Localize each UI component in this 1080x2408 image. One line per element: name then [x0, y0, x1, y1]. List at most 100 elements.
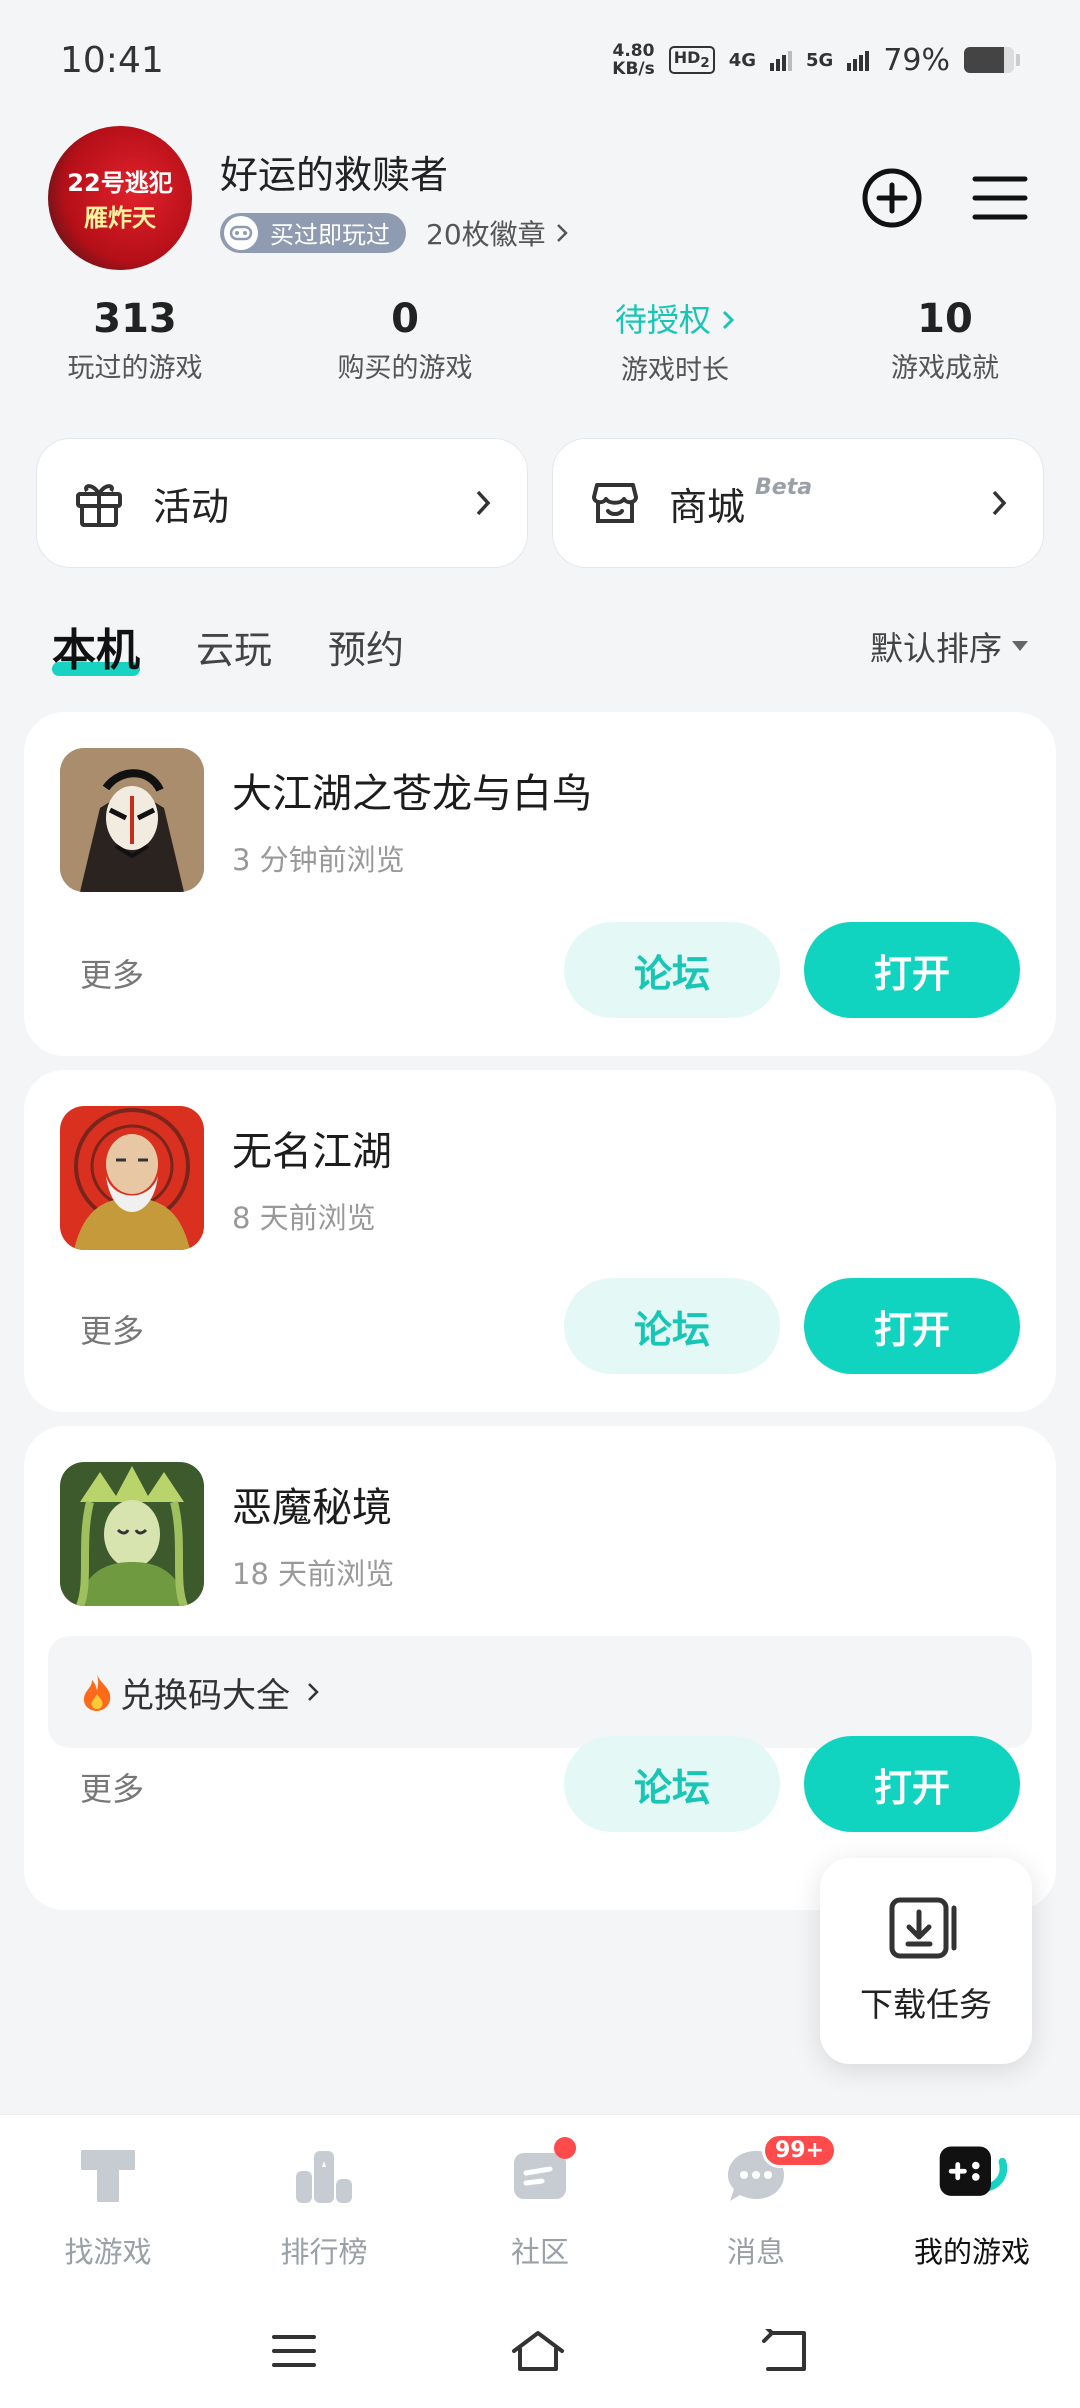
avatar[interactable]: 22号逃犯 雁炸天: [48, 126, 192, 270]
tab-label: 云玩: [196, 627, 273, 672]
more-button[interactable]: 更多: [80, 1764, 144, 1810]
nav-rankings[interactable]: 排行榜: [216, 2115, 432, 2294]
open-button[interactable]: 打开: [804, 1278, 1020, 1374]
fire-icon: [83, 1674, 111, 1711]
nav-messages[interactable]: 99+ 消息: [648, 2115, 864, 2294]
game-card-head[interactable]: 无名江湖 8 天前浏览: [60, 1106, 392, 1250]
forum-button[interactable]: 论坛: [564, 1736, 780, 1832]
badge-row: 买过即玩过 20枚徽章: [220, 212, 860, 253]
community-icon: [502, 2137, 578, 2213]
recent-apps-icon[interactable]: [270, 2331, 318, 2371]
stat-value-pending: 待授权: [540, 296, 810, 344]
game-card: 大江湖之苍龙与白鸟 3 分钟前浏览 更多 论坛 打开: [24, 712, 1056, 1056]
activity-button[interactable]: 活动: [36, 438, 528, 568]
stat-value: 10: [917, 296, 973, 342]
tab-cloud[interactable]: 云玩: [196, 619, 272, 674]
store-button[interactable]: 商城 Beta: [552, 438, 1044, 568]
signal-4g-label: 4G: [728, 49, 756, 71]
beta-tag: Beta: [755, 475, 813, 500]
hd-voice-icon: HD2: [668, 46, 715, 74]
battery-fill: [964, 47, 1004, 73]
nav-find-games[interactable]: 找游戏: [0, 2115, 216, 2294]
home-icon[interactable]: [508, 2329, 568, 2373]
signal-4g-icon: [770, 49, 792, 71]
game-icon-wuming: [60, 1106, 204, 1250]
game-text: 恶魔秘境 18 天前浏览: [232, 1475, 394, 1593]
more-button[interactable]: 更多: [80, 1306, 144, 1352]
bought-played-pill[interactable]: 买过即玩过: [220, 212, 406, 253]
signal-5g-label: 5G: [806, 49, 834, 71]
stat-playtime[interactable]: 待授权 游戏时长: [540, 296, 810, 387]
forum-button[interactable]: 论坛: [564, 1278, 780, 1374]
add-circle-icon[interactable]: [860, 166, 924, 230]
gamepad-icon: [224, 215, 258, 250]
game-last-viewed: 18 天前浏览: [232, 1557, 395, 1591]
battery-icon: [964, 47, 1014, 73]
chevron-right-icon: [556, 223, 568, 242]
game-last-viewed: 8 天前浏览: [232, 1201, 376, 1235]
more-button[interactable]: 更多: [80, 950, 144, 996]
tab-local[interactable]: 本机: [52, 614, 140, 678]
stat-label: 玩过的游戏: [67, 353, 203, 384]
download-task-icon: [889, 1897, 957, 1959]
stat-achievements[interactable]: 10 游戏成就: [810, 296, 1080, 387]
open-button[interactable]: 打开: [804, 1736, 1020, 1832]
tab-reserve[interactable]: 预约: [328, 619, 404, 674]
my-games-icon: [934, 2137, 1010, 2213]
top-actions: [860, 166, 1032, 230]
hd-label: HD: [673, 48, 701, 68]
game-card: 恶魔秘境 18 天前浏览 兑换码大全 更多 论坛 打开: [24, 1426, 1056, 1910]
nav-label: 找游戏: [64, 2235, 152, 2269]
sort-dropdown[interactable]: 默认排序: [870, 622, 1028, 670]
back-icon[interactable]: [758, 2329, 810, 2373]
stat-label: 游戏时长: [621, 355, 729, 386]
battery-tip: [1016, 54, 1020, 66]
game-title: 恶魔秘境: [232, 1485, 392, 1531]
chevron-right-icon: [992, 490, 1007, 516]
stat-purchased[interactable]: 0 购买的游戏: [270, 296, 540, 387]
game-text: 无名江湖 8 天前浏览: [232, 1119, 392, 1237]
profile-info: 好运的救赎者 买过即玩过 20枚徽章: [220, 144, 860, 253]
nav-label: 消息: [726, 2235, 785, 2269]
username[interactable]: 好运的救赎者: [220, 144, 860, 199]
community-notification-dot: [554, 2137, 576, 2159]
stat-value: 313: [93, 296, 177, 342]
badges-link[interactable]: 20枚徽章: [426, 213, 568, 253]
game-title: 大江湖之苍龙与白鸟: [232, 771, 592, 817]
battery-percent: 79%: [883, 42, 950, 78]
net-speed: 4.80 KB/s: [612, 42, 654, 78]
nav-community[interactable]: 社区: [432, 2115, 648, 2294]
pending-authorization-label: 待授权: [614, 301, 711, 339]
tab-label: 本机: [52, 625, 140, 676]
sort-label: 默认排序: [870, 629, 1002, 668]
game-title: 无名江湖: [232, 1129, 392, 1175]
find-games-icon: [70, 2137, 146, 2213]
shortcuts: 活动 商城 Beta: [36, 438, 1044, 568]
chevron-right-icon: [308, 1683, 319, 1701]
nav-my-games[interactable]: 我的游戏: [864, 2115, 1080, 2294]
gift-icon: [76, 484, 122, 527]
redeem-codes-link[interactable]: 兑换码大全: [48, 1636, 1032, 1748]
game-card: 无名江湖 8 天前浏览 更多 论坛 打开: [24, 1070, 1056, 1412]
menu-icon[interactable]: [968, 166, 1032, 230]
chevron-right-icon: [723, 310, 735, 330]
signal-5g-icon: [847, 49, 870, 71]
game-card-head[interactable]: 恶魔秘境 18 天前浏览: [60, 1462, 394, 1606]
caret-down-icon: [1012, 641, 1028, 651]
stat-label: 购买的游戏: [337, 353, 473, 384]
stat-played[interactable]: 313 玩过的游戏: [0, 296, 270, 387]
hd-sub: 2: [700, 56, 710, 72]
download-tasks-button[interactable]: 下载任务: [820, 1858, 1032, 2064]
game-icon-dajianghu: [60, 748, 204, 892]
pill-label: 买过即玩过: [270, 221, 390, 249]
bottom-nav: 找游戏 排行榜 社区 99+ 消息 我的游戏: [0, 2114, 1080, 2294]
chevron-right-icon: [476, 490, 491, 516]
badges-count: 20枚徽章: [426, 217, 546, 251]
open-button[interactable]: 打开: [804, 922, 1020, 1018]
nav-label: 排行榜: [280, 2235, 368, 2269]
net-speed-value: 4.80: [612, 41, 655, 61]
forum-button[interactable]: 论坛: [564, 922, 780, 1018]
game-card-head[interactable]: 大江湖之苍龙与白鸟 3 分钟前浏览: [60, 748, 592, 892]
status-bar: 10:41 4.80 KB/s HD2 4G 5G 79%: [0, 0, 1080, 120]
stat-value: 0: [391, 296, 419, 342]
